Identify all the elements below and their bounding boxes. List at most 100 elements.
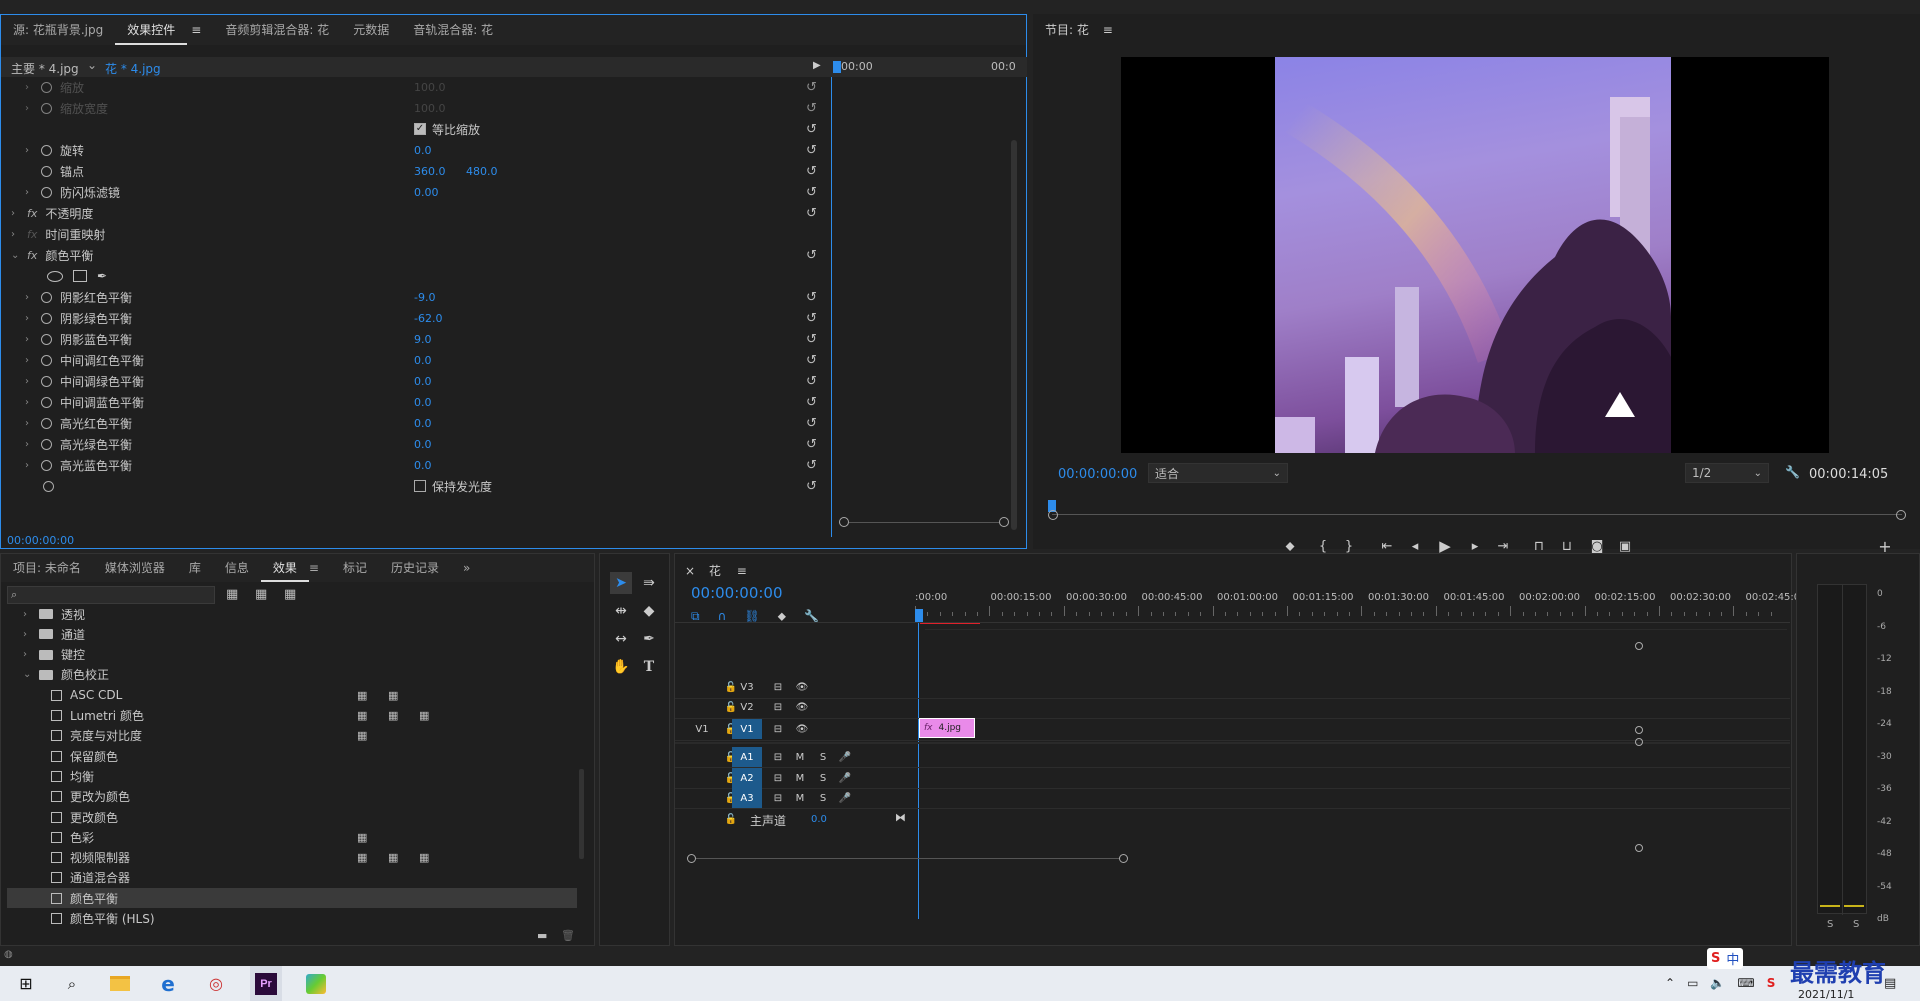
effect-property-row[interactable]: › fx 不透明度 ↺ — [1, 203, 831, 223]
vertical-scroll-handle-top[interactable] — [1635, 642, 1643, 650]
tab-history[interactable]: 历史记录 — [379, 553, 451, 583]
track-target-v1[interactable]: V1 — [732, 719, 762, 739]
network-icon[interactable]: ▭ — [1687, 976, 1698, 990]
chevron-right-icon[interactable]: › — [25, 376, 35, 387]
close-icon[interactable]: × — [685, 564, 695, 578]
reset-icon[interactable]: ↺ — [806, 353, 817, 368]
clip-label[interactable]: 花 * 4.jpg — [105, 60, 161, 77]
track-target-v3[interactable]: V3 — [732, 677, 762, 697]
fx-icon[interactable]: fx — [27, 228, 37, 241]
reset-icon[interactable]: ↺ — [806, 395, 817, 410]
track-select-tool-icon[interactable]: ⇛ — [638, 572, 660, 594]
sogou-tray-icon[interactable]: S — [1767, 976, 1776, 990]
program-timecode[interactable]: 00:00:00:00 — [1058, 467, 1137, 482]
ripple-edit-tool-icon[interactable]: ⇹ — [610, 600, 632, 622]
edge-browser-icon[interactable]: e — [152, 966, 184, 1001]
search-icon[interactable]: ⌕ — [56, 966, 88, 1001]
chevron-right-icon[interactable]: › — [25, 460, 35, 471]
tab-metadata[interactable]: 元数据 — [341, 15, 401, 45]
effect-property-row[interactable]: › 阴影蓝色平衡 9.0 ↺ — [1, 329, 831, 349]
menu-icon[interactable]: ≡ — [737, 564, 747, 578]
tab-markers[interactable]: 标记 — [331, 553, 379, 583]
effect-folder[interactable]: › 透视 — [7, 604, 577, 624]
pen-tool-icon[interactable]: ✒ — [638, 628, 660, 650]
stopwatch-icon[interactable] — [41, 165, 52, 177]
reset-icon[interactable]: ↺ — [806, 122, 817, 137]
tab-media-browser[interactable]: 媒体浏览器 — [93, 553, 177, 583]
property-value-2[interactable]: 480.0 — [466, 165, 498, 178]
mini-zoom-bar[interactable] — [839, 517, 1009, 527]
effect-property-row[interactable]: › 高光绿色平衡 0.0 ↺ — [1, 434, 831, 454]
stopwatch-icon[interactable] — [41, 102, 52, 114]
effect-property-row[interactable]: › 高光蓝色平衡 0.0 ↺ — [1, 455, 831, 475]
stopwatch-icon[interactable] — [41, 312, 52, 324]
pen-mask-icon[interactable]: ✒ — [97, 269, 107, 283]
premiere-pro-icon[interactable]: Pr — [250, 966, 282, 1001]
menu-icon[interactable]: ≡ — [179, 15, 213, 45]
timeline-zoom-bar[interactable] — [687, 854, 1128, 864]
property-value[interactable]: 0.0 — [414, 417, 432, 430]
colorful-app-icon[interactable] — [300, 966, 332, 1001]
effect-property-row[interactable]: 保持发光度 ↺ — [1, 476, 831, 496]
reset-icon[interactable]: ↺ — [806, 290, 817, 305]
property-value[interactable]: -62.0 — [414, 312, 442, 325]
track-target-a2[interactable]: A2 — [732, 768, 762, 788]
effect-item[interactable]: 通道混合器 — [7, 868, 577, 888]
vertical-scroll-handle-bottom[interactable] — [1635, 844, 1643, 852]
selection-tool-icon[interactable]: ➤ — [610, 572, 632, 594]
vertical-scroll-handle-v[interactable] — [1635, 726, 1643, 734]
effect-folder[interactable]: › 通道 — [7, 624, 577, 644]
effect-property-row[interactable]: › 缩放 100.0 ↺ — [1, 77, 831, 97]
video-clip[interactable]: fx 4.jpg — [919, 718, 975, 738]
tab-source[interactable]: 源: 花瓶背景.jpg — [1, 15, 115, 45]
reset-icon[interactable]: ↺ — [806, 164, 817, 179]
stopwatch-icon[interactable] — [41, 396, 52, 408]
windows-start-icon[interactable]: ⊞ — [10, 966, 42, 1001]
effect-property-row[interactable]: › 高光红色平衡 0.0 ↺ — [1, 413, 831, 433]
program-video-frame[interactable] — [1121, 57, 1829, 453]
notification-icon[interactable]: ▤ — [1884, 976, 1896, 991]
chevron-right-icon[interactable]: › — [25, 313, 35, 324]
property-value[interactable]: 0.0 — [414, 396, 432, 409]
chevron-down-icon[interactable]: ⌄ — [87, 58, 97, 72]
checkbox[interactable]: ✓ — [414, 123, 426, 135]
play-audio-icon[interactable]: ▶ — [813, 60, 821, 71]
ellipse-mask-icon[interactable] — [47, 270, 63, 282]
effect-property-row[interactable]: 锚点 360.0 480.0 ↺ — [1, 161, 831, 181]
effect-item[interactable]: 颜色平衡 — [7, 888, 577, 909]
taskbar-date[interactable]: 2021/11/1 — [1798, 988, 1854, 1001]
effect-property-row[interactable]: ✓ 等比缩放 ↺ — [1, 119, 831, 139]
eye-icon[interactable]: 👁 — [787, 677, 817, 697]
effect-item[interactable]: 色彩 ▦ — [7, 827, 577, 847]
ime-toolbar[interactable]: S 中 — [1707, 948, 1744, 969]
yuv-effects-icon[interactable]: ▦ — [284, 587, 296, 602]
fx-icon[interactable]: fx — [27, 249, 37, 262]
chevron-right-icon[interactable]: › — [25, 418, 35, 429]
file-explorer-icon[interactable] — [104, 966, 136, 1001]
reset-icon[interactable]: ↺ — [806, 332, 817, 347]
effect-property-row[interactable]: › 旋转 0.0 ↺ — [1, 140, 831, 160]
wrench-icon[interactable]: 🔧 — [1785, 465, 1800, 479]
chevron-right-icon[interactable]: › — [11, 208, 21, 219]
property-value[interactable]: 100.0 — [414, 81, 446, 94]
reset-icon[interactable]: ↺ — [806, 416, 817, 431]
chevron-right-icon[interactable]: › — [25, 355, 35, 366]
stopwatch-icon[interactable] — [41, 354, 52, 366]
property-value[interactable]: 0.0 — [414, 354, 432, 367]
stopwatch-icon[interactable] — [41, 144, 52, 156]
chevron-right-icon[interactable]: › — [23, 649, 33, 660]
hand-tool-icon[interactable]: ✋ — [610, 656, 632, 678]
type-tool-icon[interactable]: T — [638, 656, 660, 678]
razor-tool-icon[interactable]: ◆ — [638, 600, 660, 622]
effects-scrollbar[interactable] — [579, 769, 584, 859]
effect-property-row[interactable]: › 阴影绿色平衡 -62.0 ↺ — [1, 308, 831, 328]
effect-item[interactable]: 视频限制器 ▦ ▦ ▦ — [7, 848, 577, 868]
track-target-a1[interactable]: A1 — [732, 747, 762, 767]
stopwatch-icon[interactable] — [41, 438, 52, 450]
stopwatch-icon[interactable] — [41, 186, 52, 198]
reset-icon[interactable]: ↺ — [806, 374, 817, 389]
input-method-icon[interactable]: ⌨ — [1737, 976, 1754, 990]
chevron-down-icon[interactable]: ⌄ — [11, 250, 21, 261]
eye-icon[interactable]: 👁 — [787, 719, 817, 739]
timeline-ruler[interactable]: :00:00 00:00:15:00 00:00:30:00 00:00:45:00 0… — [915, 592, 1807, 622]
